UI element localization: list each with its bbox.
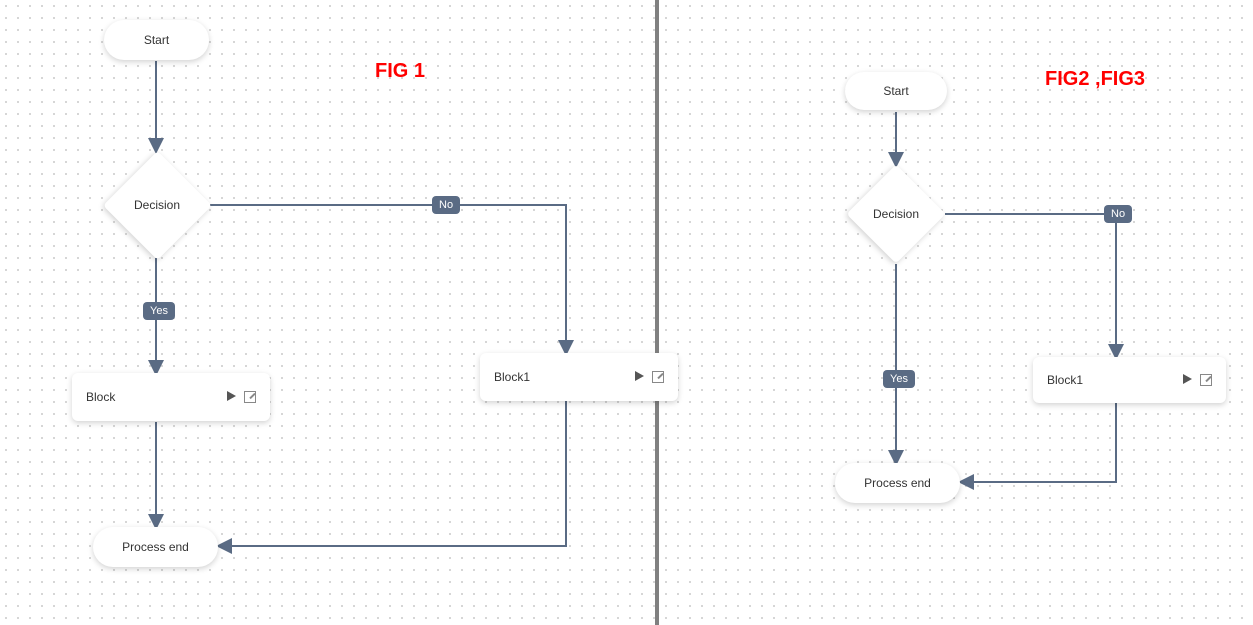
- fig1-block-node[interactable]: Block: [72, 373, 270, 421]
- fig2-decision-node[interactable]: Decision: [846, 164, 946, 264]
- block-label: Block: [86, 390, 115, 404]
- fig1-start-node[interactable]: Start: [104, 20, 209, 60]
- fig2-end-node[interactable]: Process end: [835, 463, 960, 503]
- fig2-block1-node[interactable]: Block1: [1033, 357, 1226, 403]
- edit-icon[interactable]: [244, 391, 256, 403]
- fig1-yes-badge: Yes: [143, 302, 175, 320]
- fig1-end-node[interactable]: Process end: [93, 527, 218, 567]
- start-label: Start: [883, 84, 908, 98]
- end-label: Process end: [122, 540, 189, 554]
- block1-label: Block1: [1047, 373, 1083, 387]
- fig1-decision-node[interactable]: Decision: [102, 150, 212, 260]
- end-label: Process end: [864, 476, 931, 490]
- fig2-title: FIG2 ,FIG3: [1045, 68, 1145, 91]
- fig1-no-badge: No: [432, 196, 460, 214]
- decision-label: Decision: [134, 198, 180, 212]
- play-icon[interactable]: [227, 391, 236, 401]
- vertical-divider: [655, 0, 659, 625]
- fig1-block1-node[interactable]: Block1: [480, 353, 678, 401]
- fig2-yes-badge: Yes: [883, 370, 915, 388]
- edit-icon[interactable]: [652, 371, 664, 383]
- block1-label: Block1: [494, 370, 530, 384]
- edit-icon[interactable]: [1200, 374, 1212, 386]
- fig2-no-badge: No: [1104, 205, 1132, 223]
- start-label: Start: [144, 33, 169, 47]
- fig2-start-node[interactable]: Start: [845, 72, 947, 110]
- play-icon[interactable]: [635, 371, 644, 381]
- play-icon[interactable]: [1183, 374, 1192, 384]
- fig1-title: FIG 1: [375, 60, 425, 83]
- decision-label: Decision: [873, 207, 919, 221]
- canvas: FIG 1 FIG2 ,FIG3 Start Decision Yes No B…: [0, 0, 1253, 625]
